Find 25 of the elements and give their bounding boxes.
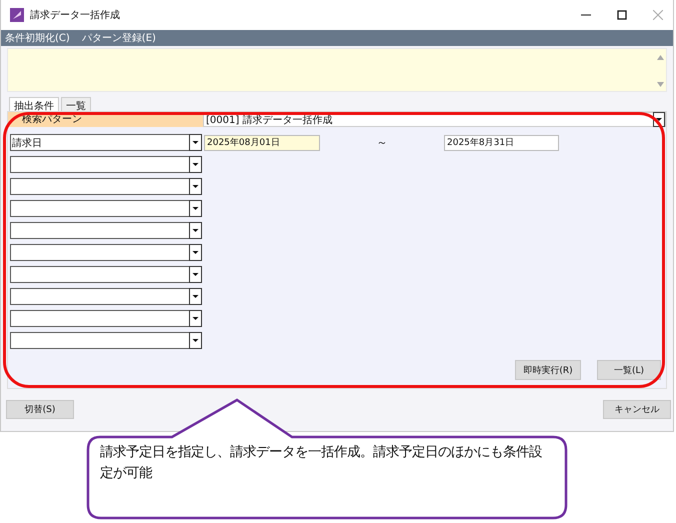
range-separator: ～ <box>376 135 388 150</box>
menu-item[interactable]: パターン登録(E) <box>82 31 156 45</box>
condition-dropdown[interactable] <box>10 200 202 217</box>
app-icon <box>10 8 24 22</box>
condition-dropdown[interactable] <box>10 266 202 283</box>
window-title: 請求データ一括作成 <box>30 8 120 22</box>
cancel-button[interactable]: キャンセル <box>603 400 671 419</box>
condition-dropdown[interactable] <box>10 222 202 239</box>
action-button[interactable]: 一覧(L) <box>597 360 661 380</box>
date-from-field[interactable]: 2025年08月01日 <box>204 134 320 150</box>
condition-dropdown[interactable] <box>10 288 202 305</box>
switch-button[interactable]: 切替(S) <box>6 400 74 419</box>
callout-text: 請求予定日を指定し、請求データを一括作成。請求予定日のほかにも条件設定が可能 <box>100 444 543 483</box>
tab[interactable]: 一覧 <box>61 97 91 111</box>
maximize-icon[interactable] <box>617 10 627 20</box>
tab[interactable]: 抽出条件 <box>9 97 59 111</box>
condition-dropdown[interactable] <box>10 178 202 195</box>
condition-dropdown[interactable] <box>10 332 202 349</box>
condition-dropdown[interactable] <box>10 156 202 173</box>
action-button[interactable]: 即時実行(R) <box>515 360 581 380</box>
date-to-field[interactable]: 2025年8月31日 <box>444 134 559 150</box>
condition-dropdown[interactable]: 請求日 <box>10 134 202 151</box>
condition-dropdown[interactable] <box>10 310 202 327</box>
menu-item[interactable]: 条件初期化(C) <box>5 31 70 45</box>
condition-dropdown[interactable] <box>10 244 202 261</box>
